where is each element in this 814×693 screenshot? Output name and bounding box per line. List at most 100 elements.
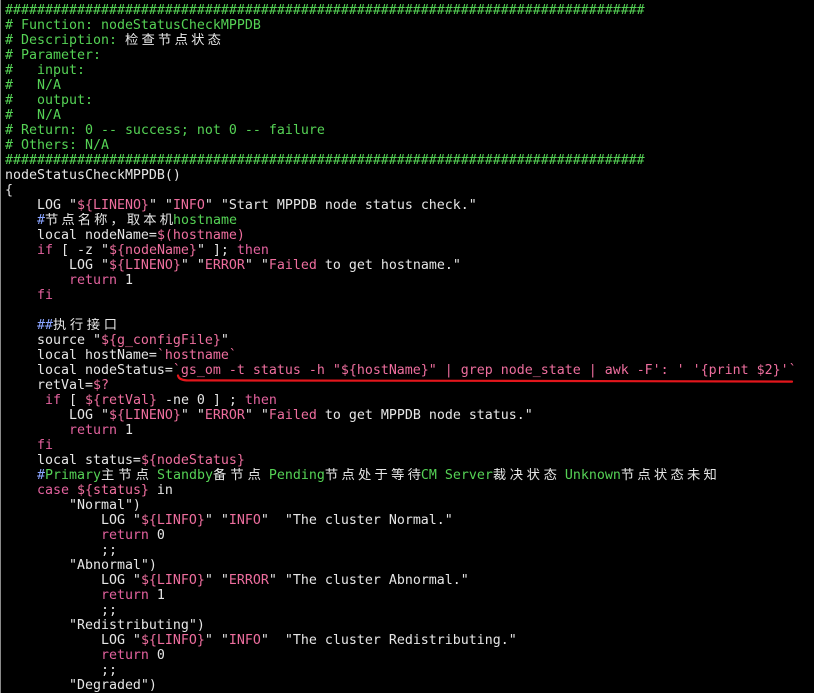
code-line: # input: xyxy=(5,63,810,78)
terminal-window[interactable]: ########################################… xyxy=(0,0,814,693)
code-text: LOG " xyxy=(5,573,141,588)
code-text: nodeStatusCheckMPPDB() xyxy=(5,168,181,183)
code-line: local hostName=`hostname` xyxy=(5,348,810,363)
comment-text: # Others: N/A xyxy=(5,138,109,153)
code-line: "Normal") xyxy=(5,498,810,513)
variable-token: ${status} xyxy=(76,483,149,498)
variable-token: ${retVal} xyxy=(84,393,157,408)
code-line: ;; xyxy=(5,543,810,558)
code-line: LOG "${LINENO}" "ERROR" "Failed to get M… xyxy=(5,408,810,423)
variable-token: INFO xyxy=(228,513,261,528)
code-text: -ne 0 ] ; xyxy=(156,393,245,408)
variable-token: $? xyxy=(92,378,109,393)
code-text: "Normal") xyxy=(5,498,141,513)
code-line: case ${status} in xyxy=(5,483,810,498)
code-text: ;; xyxy=(5,543,117,558)
keyword-token: then xyxy=(244,393,277,408)
comment-marker: ## xyxy=(36,318,53,333)
variable-token: ERROR xyxy=(228,573,269,588)
code-text: 0 xyxy=(148,648,165,663)
cjk-comment-text: 节点状态未知 xyxy=(620,468,717,483)
code-line: return 1 xyxy=(5,273,810,288)
variable-token: INFO xyxy=(172,198,205,213)
code-text: 0 xyxy=(148,528,165,543)
code-text: " " xyxy=(204,573,229,588)
comment-text: # N/A xyxy=(5,108,61,123)
comment-text: Standby xyxy=(148,468,213,483)
comment-text: # output: xyxy=(5,93,93,108)
code-text: " " xyxy=(204,513,229,528)
code-text: " xyxy=(220,333,229,348)
code-line: fi xyxy=(5,438,810,453)
window-left-border xyxy=(0,0,1,693)
code-text: " " xyxy=(204,633,229,648)
code-line: return 0 xyxy=(5,528,810,543)
code-text: " ]; xyxy=(196,243,237,258)
code-line: ########################################… xyxy=(5,3,810,18)
code-line: # Return: 0 -- success; not 0 -- failure xyxy=(5,123,810,138)
code-text: " " xyxy=(244,408,269,423)
variable-token: ERROR xyxy=(204,408,245,423)
code-text: { xyxy=(5,183,13,198)
code-line: # output: xyxy=(5,93,810,108)
code-line: return 1 xyxy=(5,423,810,438)
keyword-token: if xyxy=(36,243,53,258)
code-line: "Abnormal") xyxy=(5,558,810,573)
comment-text: Primary xyxy=(44,468,101,483)
code-text: to get hostname." xyxy=(316,258,461,273)
code-text: " "The cluster Abnormal." xyxy=(268,573,469,588)
code-line: retVal=$? xyxy=(5,378,810,393)
code-text: " " xyxy=(148,198,173,213)
keyword-token: return xyxy=(68,423,117,438)
comment-text: # Function: nodeStatusCheckMPPDB xyxy=(5,18,261,33)
code-line: # N/A xyxy=(5,78,810,93)
comment-text: # N/A xyxy=(5,78,61,93)
code-line: fi xyxy=(5,288,810,303)
code-text: " "The cluster Normal." xyxy=(260,513,453,528)
variable-token: Failed xyxy=(268,258,317,273)
code-line: # Function: nodeStatusCheckMPPDB xyxy=(5,18,810,33)
comment-text: # Parameter: xyxy=(5,48,101,63)
comment-text: Pending xyxy=(260,468,325,483)
code-line: #节点名称，取本机hostname xyxy=(5,213,810,228)
code-line: LOG "${LINFO}" "ERROR" "The cluster Abno… xyxy=(5,573,810,588)
comment-text: # input: xyxy=(5,63,85,78)
variable-token: ${LINENO} xyxy=(108,258,181,273)
code-line: ;; xyxy=(5,603,810,618)
keyword-token: return xyxy=(100,528,149,543)
code-text: "Redistributing") xyxy=(5,618,205,633)
code-text: local nodeName= xyxy=(5,228,157,243)
variable-token: ${LINFO} xyxy=(140,513,205,528)
code-line: if [ ${retVal} -ne 0 ] ; then xyxy=(5,393,810,408)
code-text: LOG " xyxy=(5,513,141,528)
keyword-token: case xyxy=(36,483,69,498)
keyword-token: return xyxy=(100,648,149,663)
cjk-comment-text: 执行接口 xyxy=(52,318,117,333)
code-line: ;; xyxy=(5,663,810,678)
variable-token: INFO xyxy=(228,633,261,648)
comment-text: CM Server xyxy=(420,468,493,483)
code-text: to get MPPDB node status." xyxy=(316,408,533,423)
comment-text: Unknown xyxy=(556,468,621,483)
code-line: { xyxy=(5,183,810,198)
code-text: LOG " xyxy=(5,258,109,273)
variable-token: Failed xyxy=(268,408,317,423)
code-line: local nodeStatus=`gs_om -t status -h "${… xyxy=(5,363,810,378)
cjk-comment-text: 裁决状态 xyxy=(492,468,557,483)
code-text: 1 xyxy=(116,423,133,438)
code-text: in xyxy=(148,483,173,498)
variable-token: ${LINENO} xyxy=(108,408,181,423)
code-line: # Others: N/A xyxy=(5,138,810,153)
code-line: ##执行接口 xyxy=(5,318,810,333)
